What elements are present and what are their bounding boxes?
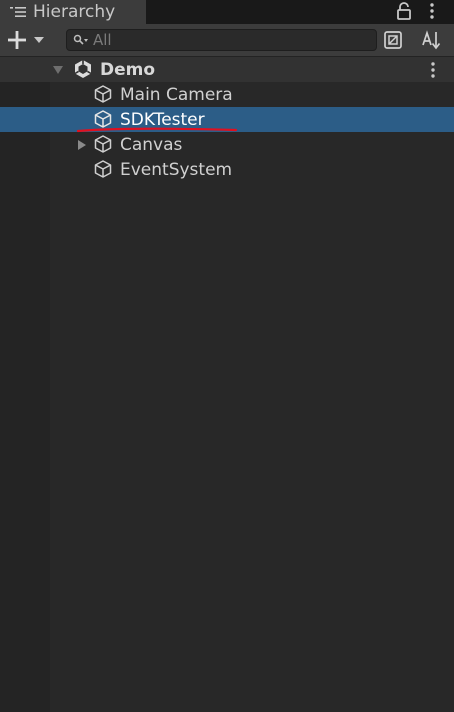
scene-name: Demo <box>100 59 156 80</box>
panel-tab-bar: Hierarchy <box>0 0 454 24</box>
search-input[interactable] <box>93 31 353 49</box>
caret-down-icon <box>34 37 44 43</box>
create-dropdown-button[interactable] <box>6 29 50 51</box>
search-field[interactable] <box>66 29 377 51</box>
search-icon <box>73 34 88 45</box>
kebab-menu-icon[interactable] <box>428 2 436 20</box>
item-label: EventSystem <box>120 159 233 180</box>
sort-icon[interactable] <box>419 28 443 52</box>
list-item-canvas[interactable]: Canvas <box>0 132 454 157</box>
expand-arrow-icon[interactable] <box>76 139 88 151</box>
hierarchy-tab[interactable]: Hierarchy <box>0 0 146 24</box>
item-label: Canvas <box>120 134 183 155</box>
cube-icon <box>94 160 112 178</box>
item-label: Main Camera <box>120 84 233 105</box>
tab-title: Hierarchy <box>33 2 116 22</box>
expand-arrow-icon[interactable] <box>52 64 64 76</box>
scene-menu-icon[interactable] <box>429 61 437 79</box>
unity-logo-icon <box>74 60 92 78</box>
plus-icon <box>8 31 26 49</box>
scene-row-demo[interactable]: Demo <box>0 57 454 82</box>
cube-icon <box>94 135 112 153</box>
list-icon <box>10 7 26 17</box>
red-underline-annotation <box>76 127 238 133</box>
hierarchy-tree: Demo Main Camera SDKTester Canvas EventS… <box>0 57 454 712</box>
list-item-main-camera[interactable]: Main Camera <box>0 82 454 107</box>
scene-visibility-icon[interactable] <box>381 28 405 52</box>
list-item-eventsystem[interactable]: EventSystem <box>0 157 454 182</box>
lock-icon[interactable] <box>396 2 412 20</box>
cube-icon <box>94 85 112 103</box>
hierarchy-toolbar <box>0 24 454 57</box>
